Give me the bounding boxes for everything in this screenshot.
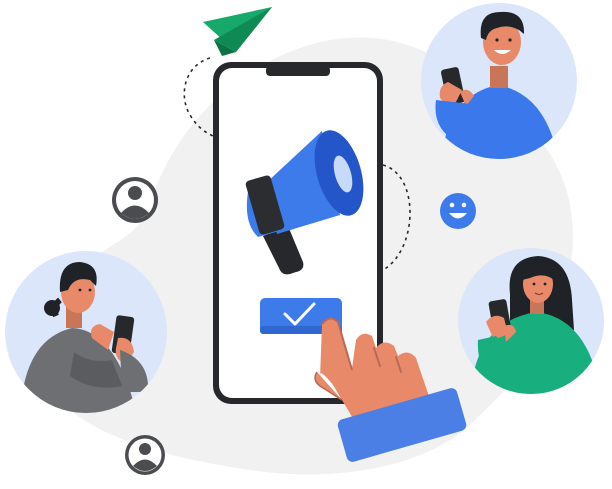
notification-illustration [5, 3, 604, 475]
user-icon [125, 435, 165, 475]
paper-plane-icon [203, 7, 272, 56]
smiley-icon [440, 193, 476, 229]
phone-notch [266, 66, 330, 76]
user-icon [112, 177, 158, 223]
